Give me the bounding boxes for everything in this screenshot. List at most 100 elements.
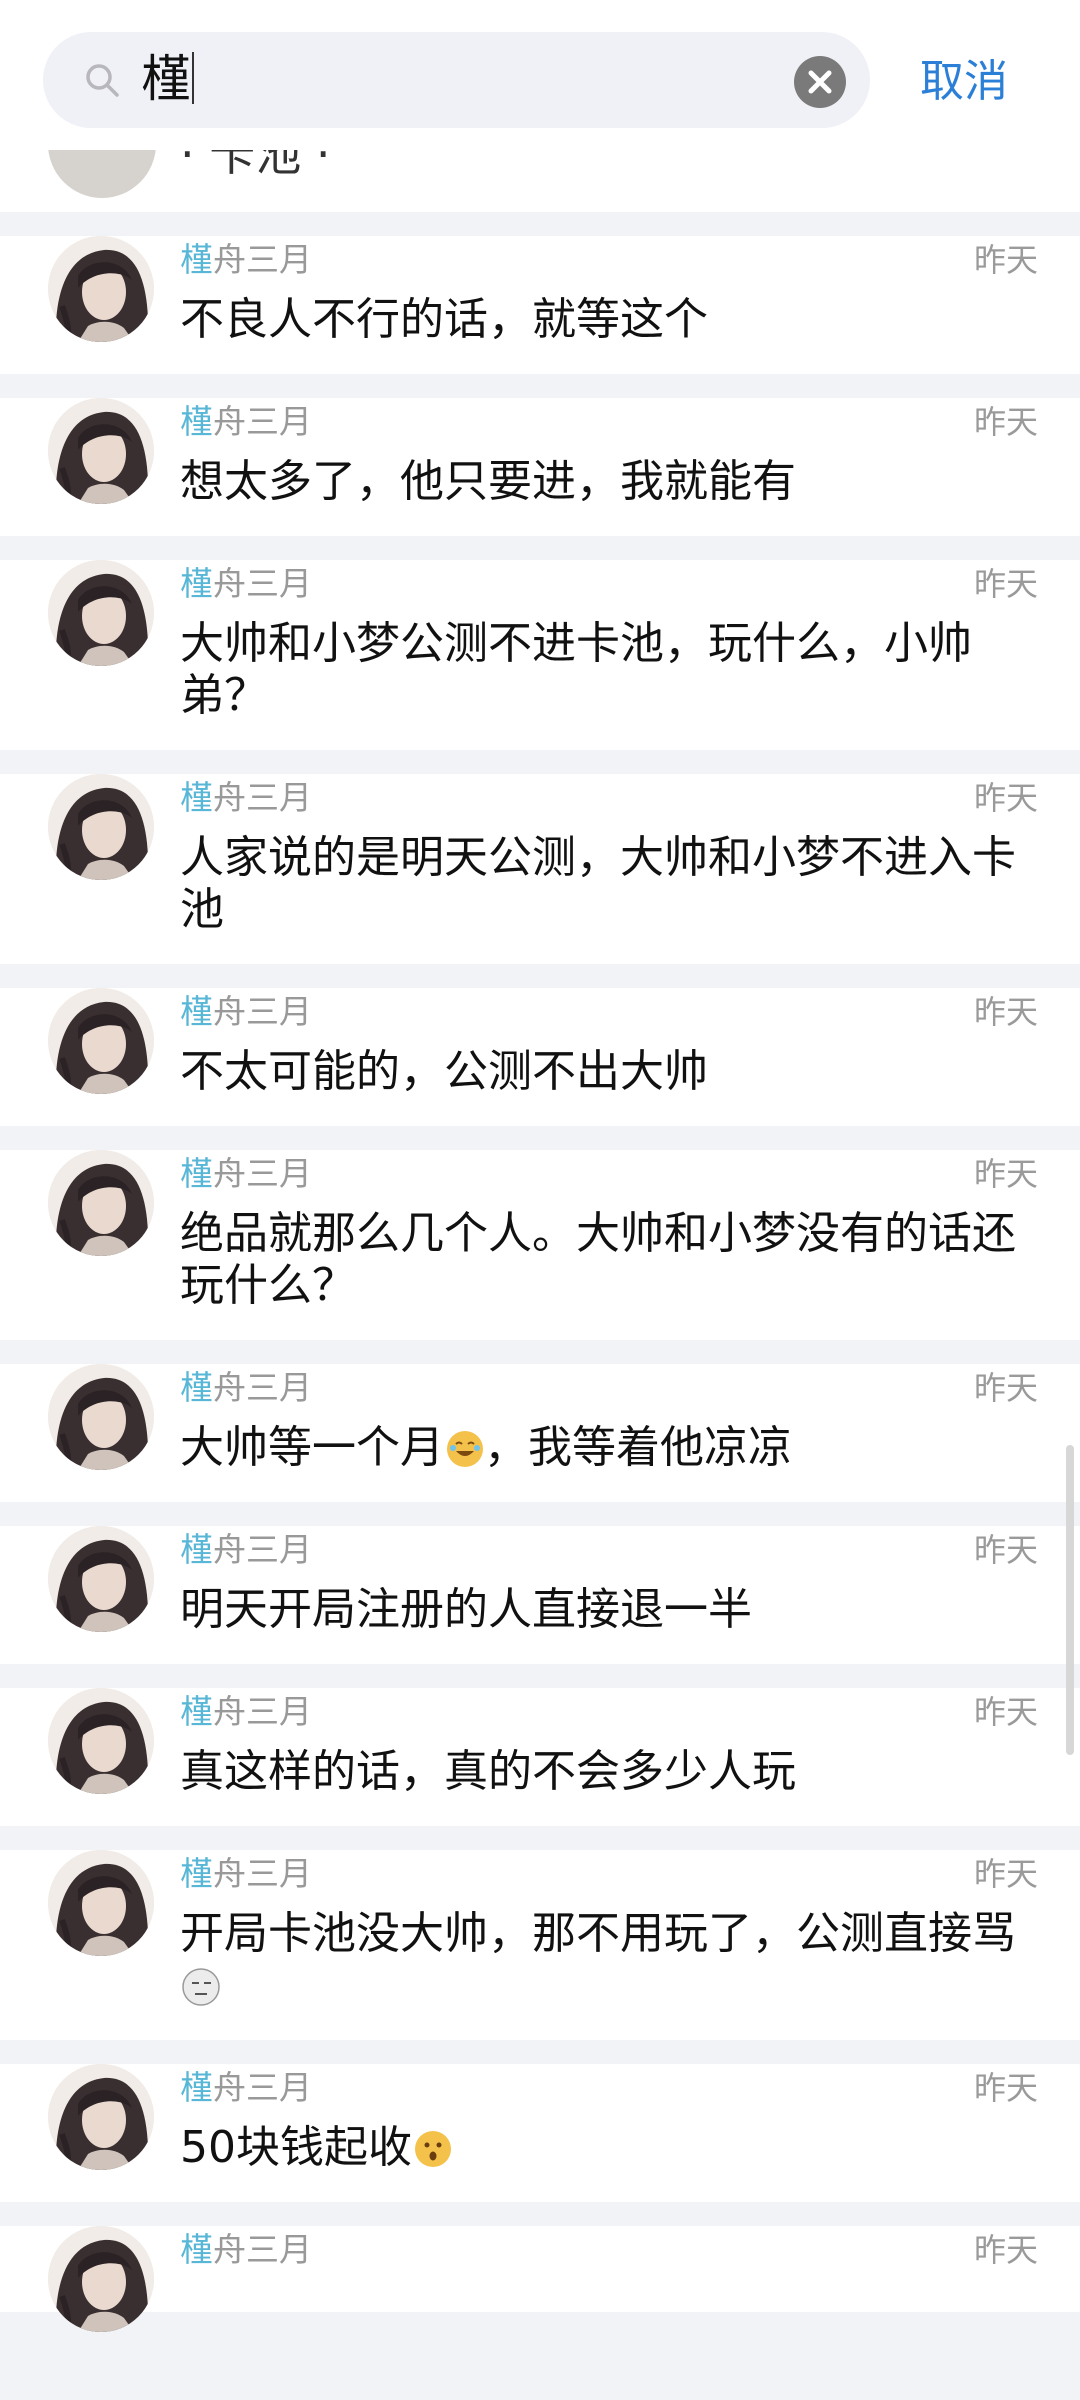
search-input[interactable]: 槿 — [43, 32, 870, 128]
timestamp: 昨天 — [973, 1155, 1038, 1193]
message-text: 想太多了，他只要进，我就能有 — [180, 456, 1038, 508]
clear-search-button[interactable] — [794, 56, 846, 108]
laugh-tears-emoji — [446, 1428, 484, 1467]
sender-name-highlight: 槿 — [180, 2068, 213, 2107]
message-text-content: 50块钱起收 — [180, 2122, 412, 2173]
avatar — [48, 560, 154, 666]
message-text-content: 真这样的话，真的不会多少人玩 — [180, 1746, 796, 1797]
sender-name-highlight: 槿 — [180, 564, 213, 603]
sender-name: 槿舟三月 昨天 — [180, 1850, 1038, 1898]
sender-name-highlight: 槿 — [180, 1154, 213, 1193]
sender-name-highlight: 槿 — [180, 1530, 213, 1569]
message-text: · 卡池 · — [180, 150, 331, 181]
surprised-emoji — [414, 2128, 452, 2167]
sender-name-rest: 舟三月 — [213, 1154, 312, 1193]
sender-name: 槿舟三月 昨天 — [180, 560, 1038, 608]
message-text-content: ，我等着他凉凉 — [484, 1422, 792, 1473]
avatar — [48, 1850, 154, 1956]
avatar — [48, 1150, 154, 1256]
search-result-item[interactable]: 槿舟三月 昨天绝品就那么几个人。大帅和小梦没有的话还玩什么？ — [0, 1150, 1080, 1340]
sender-name-highlight: 槿 — [180, 1692, 213, 1731]
sender-name: 槿舟三月 昨天 — [180, 1150, 1038, 1198]
sender-name: 槿舟三月 昨天 — [180, 1526, 1038, 1574]
avatar — [48, 774, 154, 880]
search-result-item[interactable]: 槿舟三月 昨天 50块钱起收 — [0, 2064, 1080, 2202]
sender-name-highlight: 槿 — [180, 402, 213, 441]
message-text-content: 大帅等一个月 — [180, 1422, 444, 1473]
sender-name: 槿舟三月 昨天 — [180, 398, 1038, 446]
sender-name: 槿舟三月 昨天 — [180, 988, 1038, 1036]
sender-name-rest: 舟三月 — [213, 240, 312, 279]
timestamp: 昨天 — [973, 241, 1038, 279]
sender-name-rest: 舟三月 — [213, 1530, 312, 1569]
search-result-item[interactable]: 槿舟三月 昨天 开局卡池没大帅，那不用玩了，公测直接骂 — [0, 1850, 1080, 2040]
message-text: 开局卡池没大帅，那不用玩了，公测直接骂 — [180, 1908, 1038, 2012]
search-query-text: 槿 — [141, 46, 194, 112]
message-text-content: 开局卡池没大帅，那不用玩了，公测直接骂 — [180, 1908, 1016, 1959]
search-result-item[interactable]: 槿舟三月 昨天不太可能的，公测不出大帅 — [0, 988, 1080, 1126]
search-result-item[interactable]: 槿舟三月 昨天真这样的话，真的不会多少人玩 — [0, 1688, 1080, 1826]
avatar — [48, 1364, 154, 1470]
avatar — [48, 150, 156, 198]
message-text: 大帅和小梦公测不进卡池，玩什么，小帅弟？ — [180, 618, 1038, 722]
avatar — [48, 1688, 154, 1794]
timestamp: 昨天 — [973, 1855, 1038, 1893]
sender-name: 槿舟三月 昨天 — [180, 2064, 1038, 2112]
message-text-content: 大帅和小梦公测不进卡池，玩什么，小帅弟？ — [180, 618, 972, 721]
message-text: 50块钱起收 — [180, 2122, 1038, 2174]
list-item-partial[interactable]: · 卡池 · — [0, 150, 1080, 212]
timestamp: 昨天 — [973, 1693, 1038, 1731]
sender-name-rest: 舟三月 — [213, 1692, 312, 1731]
sender-name: 槿舟三月 昨天 — [180, 236, 1038, 284]
sender-name-highlight: 槿 — [180, 2230, 213, 2269]
sender-name-rest: 舟三月 — [213, 778, 312, 817]
timestamp: 昨天 — [973, 403, 1038, 441]
sender-name-rest: 舟三月 — [213, 1854, 312, 1893]
sender-name: 槿舟三月 昨天 — [180, 2226, 1038, 2274]
message-text: 不良人不行的话，就等这个 — [180, 294, 1038, 346]
cancel-button[interactable]: 取消 — [920, 52, 1008, 112]
search-result-item[interactable]: 槿舟三月 昨天想太多了，他只要进，我就能有 — [0, 398, 1080, 536]
avatar — [48, 398, 154, 504]
search-result-item[interactable]: 槿舟三月 昨天 大帅等一个月 ，我等着他凉凉 — [0, 1364, 1080, 1502]
sender-name-highlight: 槿 — [180, 992, 213, 1031]
message-text: 人家说的是明天公测，大帅和小梦不进入卡池 — [180, 832, 1038, 936]
scrollbar[interactable] — [1066, 1445, 1074, 1755]
sender-name-highlight: 槿 — [180, 240, 213, 279]
timestamp: 昨天 — [973, 779, 1038, 817]
message-text: 不太可能的，公测不出大帅 — [180, 1046, 1038, 1098]
message-text: 大帅等一个月 ，我等着他凉凉 — [180, 1422, 1038, 1474]
message-text-content: 不良人不行的话，就等这个 — [180, 294, 708, 345]
sender-name: 槿舟三月 昨天 — [180, 774, 1038, 822]
timestamp: 昨天 — [973, 2069, 1038, 2107]
sender-name-highlight: 槿 — [180, 778, 213, 817]
timestamp: 昨天 — [973, 993, 1038, 1031]
message-text-content: 绝品就那么几个人。大帅和小梦没有的话还玩什么？ — [180, 1208, 1016, 1311]
sender-name-rest: 舟三月 — [213, 2230, 312, 2269]
sender-name: 槿舟三月 昨天 — [180, 1364, 1038, 1412]
sender-name-rest: 舟三月 — [213, 564, 312, 603]
sender-name-rest: 舟三月 — [213, 992, 312, 1031]
sender-name-rest: 舟三月 — [213, 402, 312, 441]
text-cursor — [192, 52, 194, 104]
message-text-content: 明天开局注册的人直接退一半 — [180, 1584, 752, 1635]
timestamp: 昨天 — [973, 565, 1038, 603]
search-icon — [86, 64, 119, 97]
message-text-content: 想太多了，他只要进，我就能有 — [180, 456, 796, 507]
search-result-item[interactable]: 槿舟三月 昨天人家说的是明天公测，大帅和小梦不进入卡池 — [0, 774, 1080, 964]
sender-name-rest: 舟三月 — [213, 1368, 312, 1407]
timestamp: 昨天 — [973, 1531, 1038, 1569]
message-text: 真这样的话，真的不会多少人玩 — [180, 1746, 1038, 1798]
search-result-item[interactable]: 槿舟三月 昨天 大帅和小梦公测不进卡池，玩什么，小帅弟？ — [0, 560, 1080, 750]
message-text-content: 不太可能的，公测不出大帅 — [180, 1046, 708, 1097]
search-result-item[interactable]: 槿舟三月 昨天 — [0, 2226, 1080, 2332]
search-result-item[interactable]: 槿舟三月 昨天明天开局注册的人直接退一半 — [0, 1526, 1080, 1664]
close-icon — [808, 70, 832, 94]
avatar — [48, 1526, 154, 1632]
search-result-item[interactable]: 槿舟三月 昨天不良人不行的话，就等这个 — [0, 236, 1080, 374]
search-header: 槿 取消 — [0, 0, 1080, 150]
timestamp: 昨天 — [973, 2231, 1038, 2269]
message-text: 明天开局注册的人直接退一半 — [180, 1584, 1038, 1636]
message-text: 绝品就那么几个人。大帅和小梦没有的话还玩什么？ — [180, 1208, 1038, 1312]
speechless-emoji — [182, 1966, 220, 2006]
